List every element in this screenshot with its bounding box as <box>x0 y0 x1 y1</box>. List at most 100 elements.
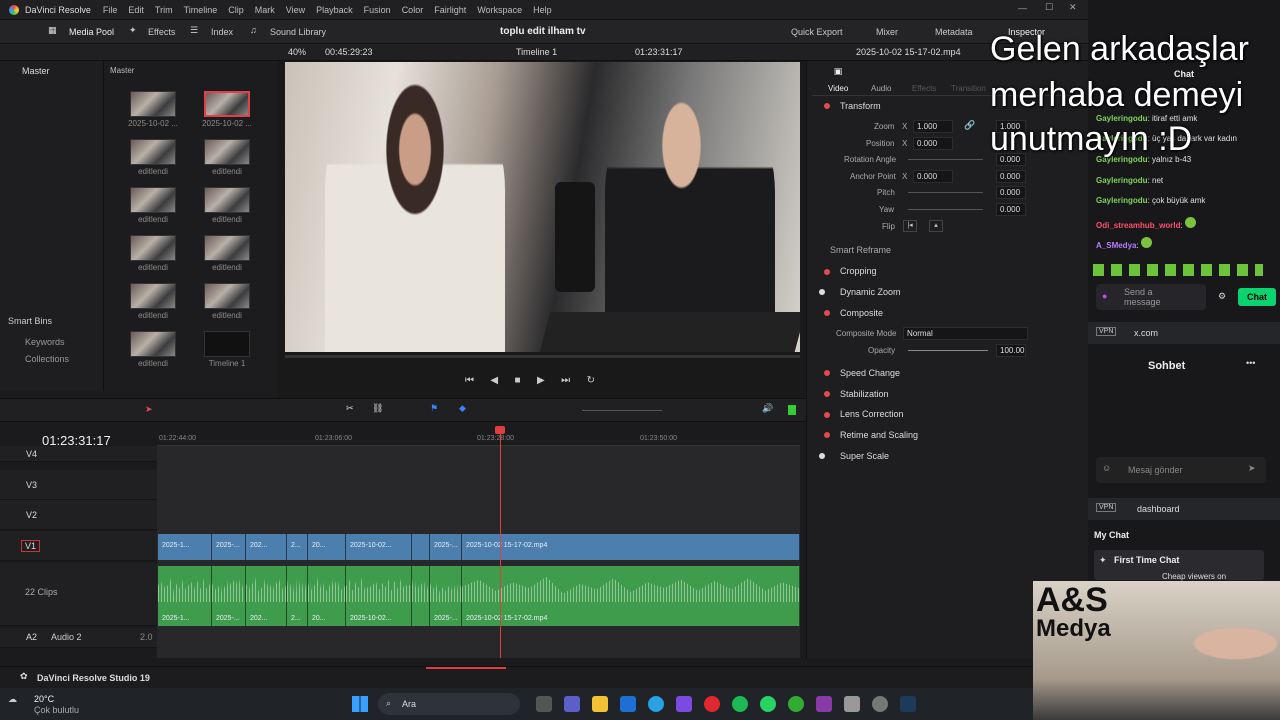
chat-username[interactable]: Odi_streamhub_world <box>1096 221 1180 230</box>
lens-correction-dot[interactable] <box>824 412 830 418</box>
obs-icon[interactable] <box>816 696 832 712</box>
task-view-icon[interactable] <box>536 696 552 712</box>
sohbet-menu-icon[interactable]: ••• <box>1246 358 1255 368</box>
inspector-tab-audio-label[interactable]: Audio <box>871 84 891 93</box>
audio-clip[interactable]: 2025-1... <box>158 566 212 626</box>
audio-clip[interactable]: 2... <box>287 566 308 626</box>
pitch-field[interactable]: 0.000 <box>996 186 1026 199</box>
send-arrow-icon[interactable]: ➤ <box>1248 463 1256 474</box>
browser-url-2[interactable]: dashboard <box>1137 504 1180 514</box>
bin-master[interactable]: Master <box>22 66 50 76</box>
viewer-scrubber[interactable] <box>285 355 800 358</box>
super-scale-dot[interactable] <box>819 453 825 459</box>
composite-dot[interactable] <box>824 310 830 316</box>
menu-workspace[interactable]: Workspace <box>477 5 522 15</box>
menu-file[interactable]: File <box>103 5 118 15</box>
sound-library-button[interactable]: Sound Library <box>270 27 326 37</box>
audio-clip[interactable]: 2025-... <box>430 566 462 626</box>
media-pool-button[interactable]: Media Pool <box>69 27 114 37</box>
dynamic-zoom-section[interactable]: Dynamic Zoom <box>840 287 901 297</box>
anchor-x-field[interactable]: 0.000 <box>913 170 953 183</box>
inspector-tab-effects-label[interactable]: Effects <box>912 84 936 93</box>
loop-icon[interactable]: ↻ <box>587 375 595 386</box>
chat-username[interactable]: Gayleringodu <box>1096 176 1148 185</box>
vpn-badge-2[interactable]: VPN <box>1096 503 1117 512</box>
speed-change-section[interactable]: Speed Change <box>840 368 900 378</box>
clip-thumbnail[interactable] <box>130 331 176 357</box>
zoom-slider[interactable] <box>582 410 662 411</box>
mesaj-input[interactable]: ☺ Mesaj gönder ➤ <box>1096 457 1266 483</box>
inspector-tab-video[interactable]: ▣ <box>828 66 848 77</box>
cropping-dot[interactable] <box>824 269 830 275</box>
flag-icon[interactable]: ⚑ <box>430 403 438 414</box>
index-icon[interactable]: ☰ <box>190 25 198 36</box>
audio-clip[interactable]: 20... <box>308 566 346 626</box>
viewer-zoom[interactable]: 40% <box>288 47 306 57</box>
stabilization-dot[interactable] <box>824 391 830 397</box>
weather-icon[interactable]: ☁ <box>8 694 17 705</box>
speed-change-dot[interactable] <box>824 370 830 376</box>
explorer-icon[interactable] <box>592 696 608 712</box>
timeline-ruler[interactable]: 01:22:44:00 01:23:06:00 01:23:28:00 01:2… <box>157 430 800 446</box>
app-icon[interactable] <box>844 696 860 712</box>
video-clip[interactable]: 2... <box>287 534 308 560</box>
send-message-input[interactable]: ● Send a message <box>1096 284 1206 310</box>
browser-url-1[interactable]: x.com <box>1134 328 1158 338</box>
video-clip[interactable]: 2025-10-02 15-17-02.mp4 <box>462 534 800 560</box>
emoji-icon[interactable]: ☺ <box>1102 463 1111 473</box>
settings-icon[interactable] <box>872 696 888 712</box>
spotify-icon[interactable] <box>732 696 748 712</box>
audio-clip[interactable]: 202... <box>246 566 287 626</box>
sound-library-icon[interactable]: ♫ <box>250 25 257 35</box>
video-clip[interactable]: 2025-1... <box>158 534 212 560</box>
playhead[interactable] <box>500 430 501 658</box>
clip-thumbnail[interactable] <box>204 283 250 309</box>
opacity-field[interactable]: 100.00 <box>996 344 1026 357</box>
clip-thumbnail[interactable] <box>204 235 250 261</box>
flip-horizontal-icon[interactable]: |◂ <box>903 220 917 232</box>
inspector-tab-transition-label[interactable]: Transition <box>951 84 986 93</box>
mixer-button[interactable]: Mixer <box>876 27 898 37</box>
xbox-icon[interactable] <box>788 696 804 712</box>
stabilization-section[interactable]: Stabilization <box>840 389 889 399</box>
chat-username[interactable]: A_SMedya <box>1096 241 1136 250</box>
clip-thumbnail[interactable] <box>130 91 176 117</box>
opera-icon[interactable] <box>704 696 720 712</box>
link-icon[interactable]: 🔗 <box>964 120 975 131</box>
menu-color[interactable]: Color <box>402 5 424 15</box>
clip-thumbnail[interactable] <box>130 283 176 309</box>
maximize-icon[interactable]: ☐ <box>1045 2 1053 13</box>
edit-page-tab[interactable] <box>426 667 506 669</box>
super-scale-section[interactable]: Super Scale <box>840 451 889 461</box>
stop-icon[interactable]: ■ <box>515 375 521 386</box>
audio-clip[interactable]: 2025-10-02... <box>346 566 412 626</box>
go-to-start-icon[interactable]: ⏮ <box>465 375 474 386</box>
metadata-button[interactable]: Metadata <box>935 27 973 37</box>
clip-thumbnail[interactable] <box>204 91 250 117</box>
edge-icon[interactable] <box>648 696 664 712</box>
audio-clip[interactable]: 2025-... <box>212 566 246 626</box>
yaw-slider[interactable] <box>908 209 983 210</box>
resolve-task-icon[interactable] <box>900 696 916 712</box>
video-clip[interactable]: 2025-10-02... <box>346 534 412 560</box>
clip-thumbnail[interactable] <box>204 187 250 213</box>
transform-section[interactable]: Transform <box>840 101 881 111</box>
marker-icon[interactable]: ◆ <box>459 403 466 414</box>
yaw-field[interactable]: 0.000 <box>996 203 1026 216</box>
mail-icon[interactable] <box>676 696 692 712</box>
composite-mode-select[interactable]: Normal <box>903 327 1028 340</box>
chat-username[interactable]: Gayleringodu <box>1096 196 1148 205</box>
flip-vertical-icon[interactable]: ▴ <box>929 220 943 232</box>
composite-section[interactable]: Composite <box>840 308 883 318</box>
teams-icon[interactable] <box>564 696 580 712</box>
audio-clip[interactable] <box>412 566 430 626</box>
keywords-bin[interactable]: Keywords <box>25 337 65 347</box>
reverse-play-icon[interactable]: ◀ <box>490 375 498 386</box>
smart-reframe-section[interactable]: Smart Reframe <box>830 245 891 255</box>
retime-dot[interactable] <box>824 432 830 438</box>
media-pool-icon[interactable]: ▦ <box>48 25 57 36</box>
rotation-slider[interactable] <box>908 159 983 160</box>
menu-view[interactable]: View <box>286 5 305 15</box>
menu-fusion[interactable]: Fusion <box>364 5 391 15</box>
clip-thumbnail[interactable] <box>204 331 250 357</box>
